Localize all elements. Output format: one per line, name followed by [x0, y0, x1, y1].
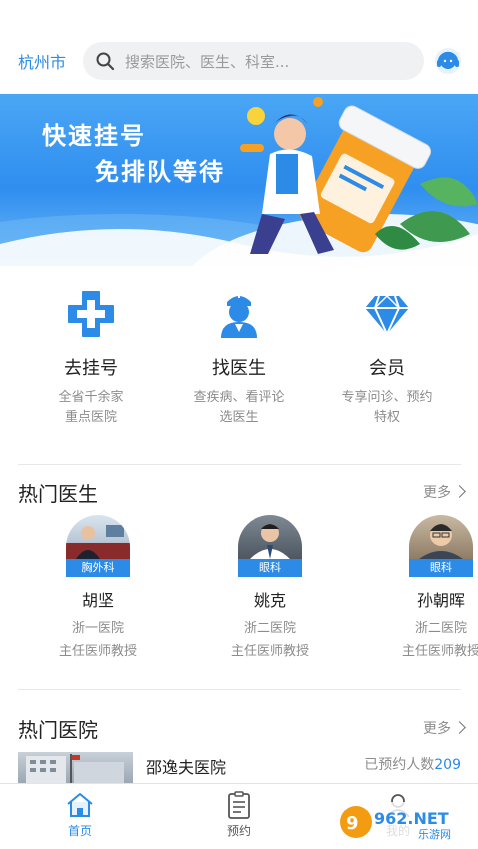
doctor-hospital: 浙二医院: [243, 621, 296, 636]
doctor-card[interactable]: 眼科 姚克 浙二医院 主任医师教授: [185, 515, 355, 659]
doctor-card[interactable]: 胸外科 胡坚 浙一医院 主任医师教授: [13, 515, 183, 659]
more-label: 更多: [423, 721, 451, 737]
doctor-title: 主任医师教授: [230, 644, 309, 659]
register-title: 去挂号: [64, 358, 118, 379]
hospital-name: 邵逸夫医院: [146, 758, 227, 777]
search-bar[interactable]: 搜索医院、医生、科室...: [83, 42, 424, 80]
hospital-item[interactable]: 邵逸夫医院 已预约人数209: [18, 752, 461, 784]
watermark-mark: 9: [346, 813, 359, 834]
tab-appointments[interactable]: 预约: [199, 790, 279, 839]
doctor-hospital: 浙一医院: [71, 621, 124, 636]
doctor-card[interactable]: 眼科 孙朝晖 浙二医院 主任医师教授: [356, 515, 478, 659]
register-entry[interactable]: 去挂号 全省千余家 重点医院: [16, 288, 166, 428]
doctor-name: 胡坚: [81, 591, 114, 610]
hot-hospitals-title: 热门医院: [18, 718, 98, 742]
quick-entries: 去挂号 全省千余家 重点医院 找医生 查疾病、看评论 选医生 会员 专享问诊、预…: [0, 266, 478, 464]
find-doctor-entry[interactable]: 找医生 查疾病、看评论 选医生: [164, 288, 314, 428]
customer-service-icon[interactable]: [434, 47, 462, 75]
avatar: [238, 515, 302, 559]
tab-home[interactable]: 首页: [40, 790, 120, 839]
avatar: [409, 515, 473, 559]
department-badge: 胸外科: [66, 559, 130, 577]
banner-subheadline: 免排队等待: [95, 158, 225, 186]
site-watermark: 9 962.NET 乐游网: [338, 802, 472, 842]
chevron-right-icon: [453, 485, 466, 498]
watermark-text: 962.NET: [374, 809, 449, 828]
membership-desc-line1: 专享问诊、预约: [341, 390, 433, 405]
top-header: 杭州市 搜索医院、医生、科室...: [0, 0, 478, 94]
more-label: 更多: [423, 485, 451, 501]
avatar: [66, 515, 130, 559]
doctor-name: 孙朝晖: [416, 591, 465, 610]
hot-hospitals-more[interactable]: 更多: [423, 718, 466, 738]
membership-entry[interactable]: 会员 专享问诊、预约 特权: [312, 288, 462, 428]
hot-doctors-more[interactable]: 更多: [423, 482, 466, 502]
register-desc-line1: 全省千余家: [58, 390, 124, 405]
department-badge: 眼科: [238, 559, 302, 577]
chevron-right-icon: [453, 721, 466, 734]
booking-count-value: 209: [434, 757, 461, 773]
search-placeholder: 搜索医院、医生、科室...: [125, 53, 290, 71]
search-icon: [96, 52, 115, 71]
hot-doctors-title: 热门医生: [18, 482, 98, 506]
divider: [18, 464, 461, 465]
divider: [18, 689, 461, 690]
hospital-cross-icon: [68, 291, 114, 337]
find-doctor-title: 找医生: [212, 358, 266, 379]
hospital-photo: [18, 752, 133, 784]
doctor-name: 姚克: [253, 591, 286, 610]
membership-desc-line2: 特权: [373, 410, 400, 425]
booking-count-label: 已预约人数: [364, 757, 435, 773]
clipboard-icon: [228, 791, 250, 819]
find-doctor-desc-line2: 选医生: [219, 410, 259, 425]
doctor-icon: [221, 292, 257, 338]
register-desc-line2: 重点医院: [64, 410, 117, 425]
banner-headline: 快速挂号: [42, 122, 146, 150]
hospital-booking-count: 已预约人数209: [364, 754, 461, 774]
doctor-hospital: 浙二医院: [414, 621, 467, 636]
promo-banner[interactable]: 快速挂号 免排队等待: [0, 94, 478, 266]
diamond-icon: [365, 294, 409, 337]
department-badge: 眼科: [409, 559, 473, 577]
tab-appointments-label: 预约: [226, 824, 251, 838]
city-selector[interactable]: 杭州市: [18, 49, 66, 73]
doctor-title: 主任医师教授: [401, 644, 478, 659]
home-icon: [67, 793, 93, 817]
watermark-sub: 乐游网: [418, 828, 451, 841]
doctor-title: 主任医师教授: [58, 644, 137, 659]
tab-home-label: 首页: [67, 824, 92, 838]
membership-title: 会员: [369, 358, 405, 379]
find-doctor-desc-line1: 查疾病、看评论: [193, 390, 285, 405]
